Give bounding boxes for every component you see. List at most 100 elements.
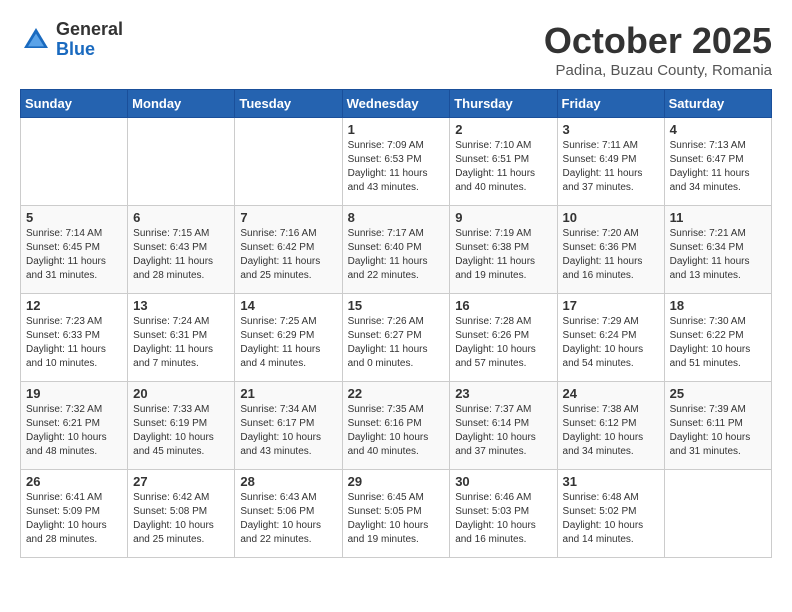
day-number: 22 [348,386,445,401]
day-info: Sunrise: 7:33 AM Sunset: 6:19 PM Dayligh… [133,403,229,459]
day-number: 19 [26,386,122,401]
day-number: 8 [348,210,445,225]
day-number: 28 [240,474,336,489]
calendar-cell: 24Sunrise: 7:38 AM Sunset: 6:12 PM Dayli… [557,382,664,470]
day-number: 2 [455,122,551,137]
day-info: Sunrise: 7:09 AM Sunset: 6:53 PM Dayligh… [348,139,445,195]
day-info: Sunrise: 7:11 AM Sunset: 6:49 PM Dayligh… [563,139,659,195]
day-info: Sunrise: 7:24 AM Sunset: 6:31 PM Dayligh… [133,315,229,371]
weekday-header-saturday: Saturday [664,90,771,118]
day-number: 4 [670,122,766,137]
calendar-cell: 18 Sunrise: 7:30 AM Sunset: 6:22 PM Dayli… [664,294,771,382]
day-info: Sunrise: 7:39 AM Sunset: 6:11 PM Dayligh… [670,403,766,459]
day-info: Sunrise: 7:34 AM Sunset: 6:17 PM Dayligh… [240,403,336,459]
calendar-cell: 23 Sunrise: 7:37 AM Sunset: 6:14 PM Dayli… [450,382,557,470]
day-number: 30 [455,474,551,489]
location-subtitle: Padina, Buzau County, Romania [544,62,772,79]
day-number: 7 [240,210,336,225]
calendar-cell: 25 Sunrise: 7:39 AM Sunset: 6:11 PM Dayli… [664,382,771,470]
weekday-header-wednesday: Wednesday [342,90,450,118]
calendar-cell: 29Sunrise: 6:45 AM Sunset: 5:05 PM Dayli… [342,470,450,558]
day-info: Sunrise: 6:41 AM Sunset: 5:09 PM Dayligh… [26,491,122,547]
day-info: Sunrise: 7:26 AM Sunset: 6:27 PM Dayligh… [348,315,445,371]
day-number: 12 [26,298,122,313]
logo: General Blue [20,20,123,60]
weekday-header-row: SundayMondayTuesdayWednesdayThursdayFrid… [21,90,772,118]
calendar-cell: 11Sunrise: 7:21 AM Sunset: 6:34 PM Dayli… [664,206,771,294]
calendar-cell: 20 Sunrise: 7:33 AM Sunset: 6:19 PM Dayli… [128,382,235,470]
title-section: October 2025 Padina, Buzau County, Roman… [544,20,772,79]
calendar-cell: 14 Sunrise: 7:25 AM Sunset: 6:29 PM Dayli… [235,294,342,382]
day-number: 17 [563,298,659,313]
calendar-cell: 28 Sunrise: 6:43 AM Sunset: 5:06 PM Dayli… [235,470,342,558]
day-number: 25 [670,386,766,401]
day-number: 1 [348,122,445,137]
day-info: Sunrise: 7:37 AM Sunset: 6:14 PM Dayligh… [455,403,551,459]
calendar-cell: 1 Sunrise: 7:09 AM Sunset: 6:53 PM Daylig… [342,118,450,206]
calendar-cell: 22 Sunrise: 7:35 AM Sunset: 6:16 PM Dayli… [342,382,450,470]
day-info: Sunrise: 7:14 AM Sunset: 6:45 PM Dayligh… [26,227,122,283]
day-number: 26 [26,474,122,489]
calendar-cell: 13Sunrise: 7:24 AM Sunset: 6:31 PM Dayli… [128,294,235,382]
day-number: 10 [563,210,659,225]
calendar-cell: 8 Sunrise: 7:17 AM Sunset: 6:40 PM Daylig… [342,206,450,294]
calendar-cell [128,118,235,206]
day-number: 24 [563,386,659,401]
calendar-cell: 7 Sunrise: 7:16 AM Sunset: 6:42 PM Daylig… [235,206,342,294]
day-info: Sunrise: 7:35 AM Sunset: 6:16 PM Dayligh… [348,403,445,459]
day-number: 27 [133,474,229,489]
calendar-cell: 5 Sunrise: 7:14 AM Sunset: 6:45 PM Daylig… [21,206,128,294]
weekday-header-tuesday: Tuesday [235,90,342,118]
day-number: 23 [455,386,551,401]
day-number: 18 [670,298,766,313]
calendar-cell: 19 Sunrise: 7:32 AM Sunset: 6:21 PM Dayli… [21,382,128,470]
calendar-week-row: 19 Sunrise: 7:32 AM Sunset: 6:21 PM Dayli… [21,382,772,470]
calendar-cell [21,118,128,206]
day-number: 20 [133,386,229,401]
logo-icon [20,24,52,56]
day-info: Sunrise: 6:42 AM Sunset: 5:08 PM Dayligh… [133,491,229,547]
day-number: 5 [26,210,122,225]
calendar-week-row: 12Sunrise: 7:23 AM Sunset: 6:33 PM Dayli… [21,294,772,382]
calendar-week-row: 26 Sunrise: 6:41 AM Sunset: 5:09 PM Dayli… [21,470,772,558]
day-info: Sunrise: 7:29 AM Sunset: 6:24 PM Dayligh… [563,315,659,371]
day-number: 9 [455,210,551,225]
calendar-cell: 26 Sunrise: 6:41 AM Sunset: 5:09 PM Dayli… [21,470,128,558]
day-info: Sunrise: 7:20 AM Sunset: 6:36 PM Dayligh… [563,227,659,283]
day-info: Sunrise: 7:28 AM Sunset: 6:26 PM Dayligh… [455,315,551,371]
calendar-cell: 21Sunrise: 7:34 AM Sunset: 6:17 PM Dayli… [235,382,342,470]
calendar-cell: 15Sunrise: 7:26 AM Sunset: 6:27 PM Dayli… [342,294,450,382]
day-info: Sunrise: 7:32 AM Sunset: 6:21 PM Dayligh… [26,403,122,459]
day-info: Sunrise: 6:43 AM Sunset: 5:06 PM Dayligh… [240,491,336,547]
month-title: October 2025 [544,20,772,62]
day-info: Sunrise: 7:25 AM Sunset: 6:29 PM Dayligh… [240,315,336,371]
calendar-cell [664,470,771,558]
weekday-header-friday: Friday [557,90,664,118]
calendar-cell: 4Sunrise: 7:13 AM Sunset: 6:47 PM Daylig… [664,118,771,206]
day-info: Sunrise: 7:21 AM Sunset: 6:34 PM Dayligh… [670,227,766,283]
calendar-cell: 12Sunrise: 7:23 AM Sunset: 6:33 PM Dayli… [21,294,128,382]
day-number: 14 [240,298,336,313]
day-info: Sunrise: 6:48 AM Sunset: 5:02 PM Dayligh… [563,491,659,547]
calendar-cell: 2Sunrise: 7:10 AM Sunset: 6:51 PM Daylig… [450,118,557,206]
calendar-cell: 27 Sunrise: 6:42 AM Sunset: 5:08 PM Dayli… [128,470,235,558]
logo-text: General Blue [56,20,123,60]
day-number: 16 [455,298,551,313]
calendar-cell: 10 Sunrise: 7:20 AM Sunset: 6:36 PM Dayli… [557,206,664,294]
day-info: Sunrise: 7:15 AM Sunset: 6:43 PM Dayligh… [133,227,229,283]
calendar-week-row: 5 Sunrise: 7:14 AM Sunset: 6:45 PM Daylig… [21,206,772,294]
calendar-cell [235,118,342,206]
logo-blue-label: Blue [56,40,123,60]
calendar-week-row: 1 Sunrise: 7:09 AM Sunset: 6:53 PM Daylig… [21,118,772,206]
day-number: 6 [133,210,229,225]
day-info: Sunrise: 7:17 AM Sunset: 6:40 PM Dayligh… [348,227,445,283]
calendar-cell: 9 Sunrise: 7:19 AM Sunset: 6:38 PM Daylig… [450,206,557,294]
day-info: Sunrise: 7:30 AM Sunset: 6:22 PM Dayligh… [670,315,766,371]
day-info: Sunrise: 7:19 AM Sunset: 6:38 PM Dayligh… [455,227,551,283]
day-info: Sunrise: 7:16 AM Sunset: 6:42 PM Dayligh… [240,227,336,283]
day-info: Sunrise: 6:46 AM Sunset: 5:03 PM Dayligh… [455,491,551,547]
calendar-cell: 31Sunrise: 6:48 AM Sunset: 5:02 PM Dayli… [557,470,664,558]
weekday-header-monday: Monday [128,90,235,118]
weekday-header-sunday: Sunday [21,90,128,118]
day-number: 3 [563,122,659,137]
